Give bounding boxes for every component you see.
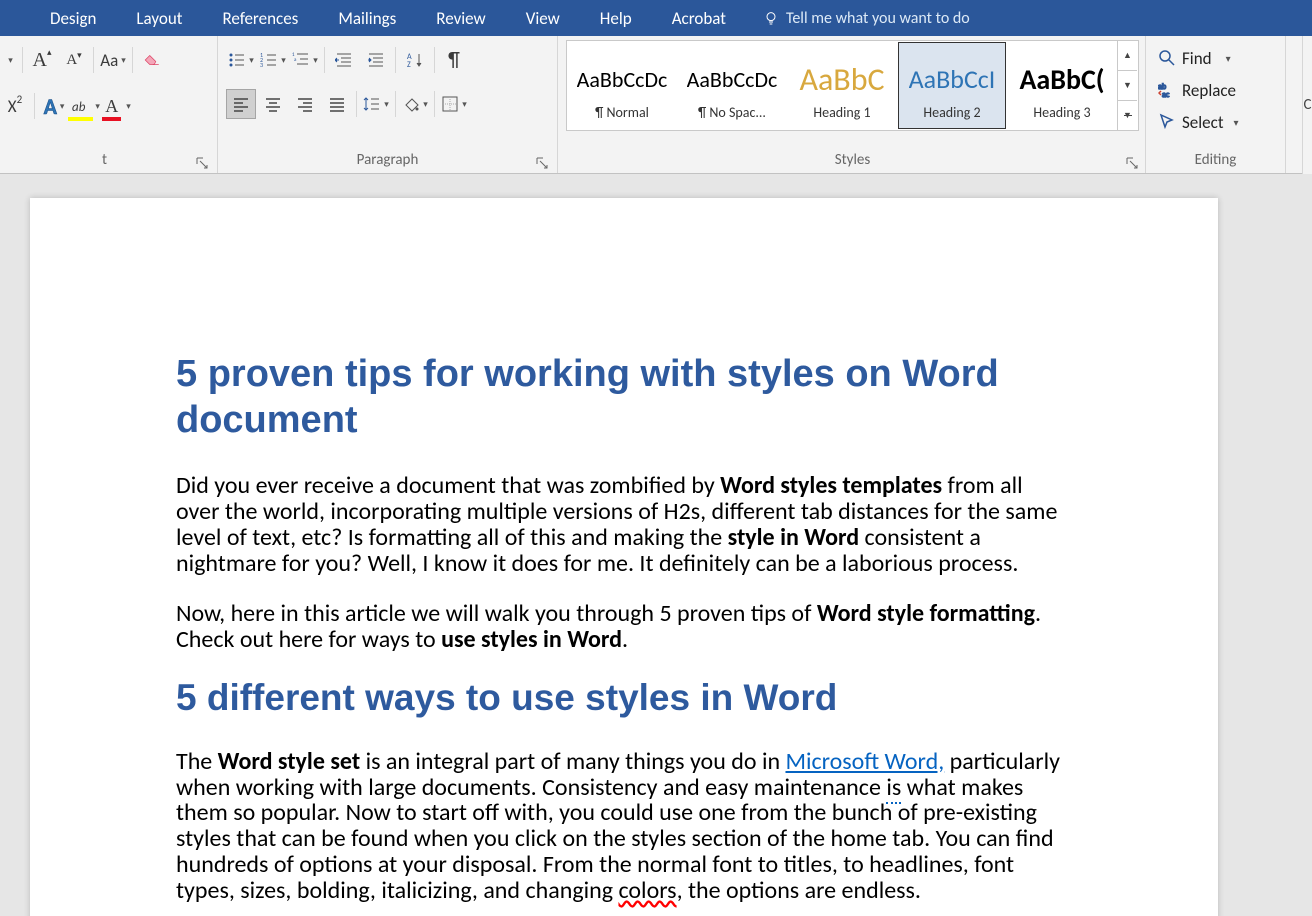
decrease-indent-button[interactable] [329,45,359,75]
align-left-button[interactable] [226,89,256,119]
multilevel-list-button[interactable]: 1a▾ [290,45,320,75]
align-center-button[interactable] [258,89,288,119]
group-font: ▾ A▴ A▾ Aa▾ X2 A▾ ab▾ A▾ t [0,36,218,173]
group-paragraph: ▾ 123▾ 1a▾ AZ ¶ ▾ ▾ ▾ [218,36,558,173]
number-list-icon: 123 [260,51,278,69]
group-label-editing: Editing [1154,149,1277,173]
menu-bar: Design Layout References Mailings Review… [0,0,1312,36]
replace-button[interactable]: abac Replace [1154,74,1277,106]
gallery-row-up[interactable]: ▲ [1118,41,1137,71]
select-button[interactable]: Select▾ [1154,106,1277,138]
show-hide-button[interactable]: ¶ [439,45,469,75]
doc-paragraph[interactable]: Did you ever receive a document that was… [176,473,1068,577]
indent-icon [367,51,385,69]
sort-icon: AZ [406,51,424,69]
align-center-icon [264,95,282,113]
change-case-button[interactable]: Aa▾ [98,45,128,75]
doc-heading-1[interactable]: 5 proven tips for working with styles on… [176,352,1068,443]
multilevel-list-icon: 1a [292,51,310,69]
align-right-button[interactable] [290,89,320,119]
doc-heading-2[interactable]: 5 different ways to use styles in Word [176,677,1068,719]
svg-text:ac: ac [1162,90,1170,99]
tab-mailings[interactable]: Mailings [318,0,416,36]
style-heading-3[interactable]: AaBbC(Heading 3 [1008,42,1116,129]
text-effects-button[interactable]: A▾ [39,91,69,121]
doc-paragraph[interactable]: The Word style set is an integral part o… [176,749,1068,904]
justify-icon [328,95,346,113]
right-sliver: C [1302,36,1312,174]
document-page[interactable]: 5 proven tips for working with styles on… [30,198,1218,916]
align-right-icon [296,95,314,113]
font-color-button[interactable]: A▾ [103,91,133,121]
bullet-list-icon [228,51,246,69]
style-no-spacing[interactable]: AaBbCcDc¶ No Spac... [678,42,786,129]
paint-bucket-icon [402,95,420,113]
group-label-font: t [0,149,209,173]
font-dialog-launcher[interactable] [195,155,209,169]
style-gallery: AaBbCcDc¶ Normal AaBbCcDc¶ No Spac... Aa… [567,41,1117,130]
styles-dialog-launcher[interactable] [1125,155,1139,169]
bullets-button[interactable]: ▾ [226,45,256,75]
line-spacing-button[interactable]: ▾ [361,89,391,119]
numbering-button[interactable]: 123▾ [258,45,288,75]
style-heading-2[interactable]: AaBbCcIHeading 2 [898,42,1006,129]
lightbulb-icon [762,9,780,27]
paragraph-dialog-launcher[interactable] [535,155,549,169]
tab-acrobat[interactable]: Acrobat [652,0,746,36]
tab-design[interactable]: Design [30,0,116,36]
gallery-row-down[interactable]: ▼ [1118,71,1137,101]
tab-help[interactable]: Help [580,0,652,36]
search-icon [1158,49,1176,67]
doc-hyperlink[interactable]: Microsoft Word, [785,747,944,776]
style-heading-1[interactable]: AaBbCHeading 1 [788,42,896,129]
svg-text:Z: Z [407,60,411,69]
group-label-paragraph: Paragraph [226,149,549,173]
sort-button[interactable]: AZ [400,45,430,75]
tell-me-search[interactable]: Tell me what you want to do [786,9,970,28]
group-label-styles: Styles [566,149,1139,173]
shrink-font-button[interactable]: A▾ [59,45,89,75]
line-spacing-icon [363,95,381,113]
borders-button[interactable]: ▾ [439,89,469,119]
outdent-icon [335,51,353,69]
increase-indent-button[interactable] [361,45,391,75]
find-button[interactable]: Find▾ [1154,42,1277,74]
spelling-squiggle[interactable]: colors [618,876,676,905]
tab-layout[interactable]: Layout [116,0,202,36]
style-normal[interactable]: AaBbCcDc¶ Normal [568,42,676,129]
superscript-button[interactable]: X2 [0,91,30,121]
tab-view[interactable]: View [506,0,580,36]
ribbon: ▾ A▴ A▾ Aa▾ X2 A▾ ab▾ A▾ t [0,36,1312,174]
align-left-icon [232,95,250,113]
highlight-button[interactable]: ab▾ [71,91,101,121]
justify-button[interactable] [322,89,352,119]
group-editing: Find▾ abac Replace Select▾ Editing [1146,36,1286,173]
grow-font-button[interactable]: A▴ [27,45,57,75]
borders-icon [441,95,459,113]
group-styles: AaBbCcDc¶ Normal AaBbCcDc¶ No Spac... Aa… [558,36,1146,173]
svg-text:3: 3 [260,61,263,69]
tab-review[interactable]: Review [416,0,505,36]
eraser-icon [143,51,161,69]
svg-text:a: a [294,57,297,63]
gallery-expand[interactable]: ▼ [1118,101,1137,130]
workspace[interactable]: 5 proven tips for working with styles on… [0,174,1312,916]
replace-icon: abac [1158,81,1176,99]
font-name-dropdown[interactable]: ▾ [0,45,18,75]
clear-formatting-button[interactable] [137,45,167,75]
tab-references[interactable]: References [202,0,318,36]
cursor-icon [1158,113,1176,131]
shading-button[interactable]: ▾ [400,89,430,119]
doc-paragraph[interactable]: Now, here in this article we will walk y… [176,601,1068,653]
gallery-scroll: ▲ ▼ ▼ [1117,41,1137,130]
